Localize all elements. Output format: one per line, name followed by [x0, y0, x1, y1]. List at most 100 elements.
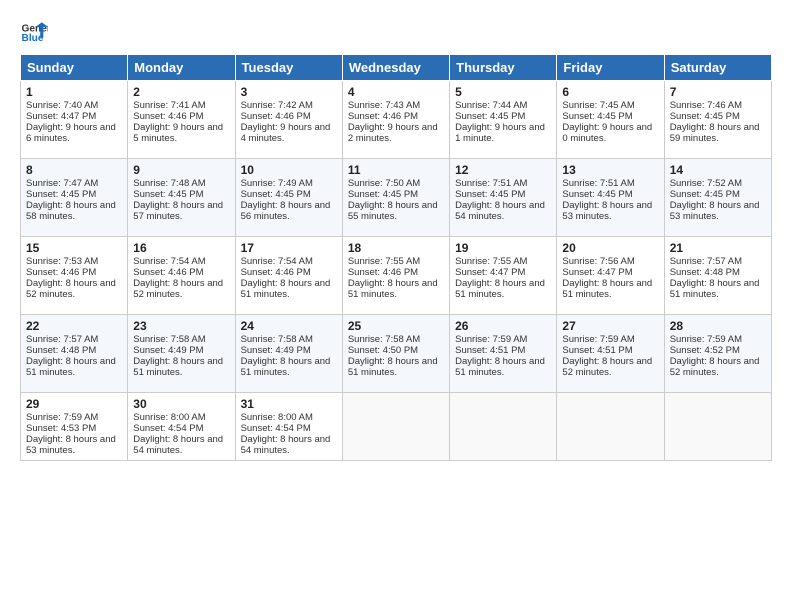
daylight-text: Daylight: 9 hours and 5 minutes.: [133, 122, 223, 144]
sunset-text: Sunset: 4:47 PM: [562, 267, 632, 278]
sunset-text: Sunset: 4:51 PM: [562, 345, 632, 356]
daylight-text: Daylight: 8 hours and 54 minutes.: [133, 434, 223, 456]
daylight-text: Daylight: 8 hours and 51 minutes.: [241, 356, 331, 378]
sunset-text: Sunset: 4:45 PM: [455, 189, 525, 200]
sunset-text: Sunset: 4:46 PM: [133, 267, 203, 278]
daylight-text: Daylight: 8 hours and 58 minutes.: [26, 200, 116, 222]
daylight-text: Daylight: 9 hours and 2 minutes.: [348, 122, 438, 144]
daylight-text: Daylight: 8 hours and 52 minutes.: [670, 356, 760, 378]
day-cell: 28 Sunrise: 7:59 AM Sunset: 4:52 PM Dayl…: [664, 315, 771, 393]
weekday-header-saturday: Saturday: [664, 55, 771, 81]
day-number: 23: [133, 319, 229, 333]
day-cell: 16 Sunrise: 7:54 AM Sunset: 4:46 PM Dayl…: [128, 237, 235, 315]
sunrise-text: Sunrise: 7:58 AM: [133, 334, 205, 345]
daylight-text: Daylight: 8 hours and 51 minutes.: [26, 356, 116, 378]
sunrise-text: Sunrise: 7:49 AM: [241, 178, 313, 189]
weekday-header-sunday: Sunday: [21, 55, 128, 81]
daylight-text: Daylight: 8 hours and 52 minutes.: [26, 278, 116, 300]
sunrise-text: Sunrise: 7:51 AM: [562, 178, 634, 189]
sunset-text: Sunset: 4:45 PM: [670, 111, 740, 122]
header: General Blue: [20, 16, 772, 44]
day-number: 6: [562, 85, 658, 99]
day-number: 22: [26, 319, 122, 333]
day-cell: 15 Sunrise: 7:53 AM Sunset: 4:46 PM Dayl…: [21, 237, 128, 315]
sunset-text: Sunset: 4:45 PM: [241, 189, 311, 200]
day-cell: 24 Sunrise: 7:58 AM Sunset: 4:49 PM Dayl…: [235, 315, 342, 393]
day-cell: 8 Sunrise: 7:47 AM Sunset: 4:45 PM Dayli…: [21, 159, 128, 237]
day-number: 2: [133, 85, 229, 99]
daylight-text: Daylight: 9 hours and 0 minutes.: [562, 122, 652, 144]
daylight-text: Daylight: 8 hours and 52 minutes.: [562, 356, 652, 378]
calendar-table: SundayMondayTuesdayWednesdayThursdayFrid…: [20, 54, 772, 461]
sunrise-text: Sunrise: 7:52 AM: [670, 178, 742, 189]
daylight-text: Daylight: 8 hours and 51 minutes.: [348, 356, 438, 378]
sunrise-text: Sunrise: 7:48 AM: [133, 178, 205, 189]
sunset-text: Sunset: 4:48 PM: [26, 345, 96, 356]
day-cell: 17 Sunrise: 7:54 AM Sunset: 4:46 PM Dayl…: [235, 237, 342, 315]
daylight-text: Daylight: 8 hours and 53 minutes.: [562, 200, 652, 222]
day-cell: 22 Sunrise: 7:57 AM Sunset: 4:48 PM Dayl…: [21, 315, 128, 393]
daylight-text: Daylight: 8 hours and 51 minutes.: [241, 278, 331, 300]
sunrise-text: Sunrise: 7:40 AM: [26, 100, 98, 111]
sunset-text: Sunset: 4:49 PM: [133, 345, 203, 356]
sunrise-text: Sunrise: 8:00 AM: [133, 412, 205, 423]
sunset-text: Sunset: 4:45 PM: [26, 189, 96, 200]
daylight-text: Daylight: 8 hours and 57 minutes.: [133, 200, 223, 222]
day-cell: 6 Sunrise: 7:45 AM Sunset: 4:45 PM Dayli…: [557, 81, 664, 159]
day-cell: 31 Sunrise: 8:00 AM Sunset: 4:54 PM Dayl…: [235, 393, 342, 461]
sunset-text: Sunset: 4:51 PM: [455, 345, 525, 356]
weekday-header-wednesday: Wednesday: [342, 55, 449, 81]
sunrise-text: Sunrise: 7:57 AM: [26, 334, 98, 345]
sunset-text: Sunset: 4:45 PM: [562, 111, 632, 122]
sunset-text: Sunset: 4:46 PM: [26, 267, 96, 278]
day-number: 31: [241, 397, 337, 411]
day-number: 8: [26, 163, 122, 177]
daylight-text: Daylight: 9 hours and 6 minutes.: [26, 122, 116, 144]
day-cell: 13 Sunrise: 7:51 AM Sunset: 4:45 PM Dayl…: [557, 159, 664, 237]
sunset-text: Sunset: 4:47 PM: [455, 267, 525, 278]
day-number: 9: [133, 163, 229, 177]
day-number: 21: [670, 241, 766, 255]
day-number: 24: [241, 319, 337, 333]
day-cell: 29 Sunrise: 7:59 AM Sunset: 4:53 PM Dayl…: [21, 393, 128, 461]
day-number: 10: [241, 163, 337, 177]
daylight-text: Daylight: 8 hours and 51 minutes.: [455, 356, 545, 378]
sunset-text: Sunset: 4:45 PM: [455, 111, 525, 122]
sunset-text: Sunset: 4:45 PM: [348, 189, 418, 200]
day-number: 12: [455, 163, 551, 177]
sunset-text: Sunset: 4:45 PM: [133, 189, 203, 200]
weekday-header-friday: Friday: [557, 55, 664, 81]
day-number: 18: [348, 241, 444, 255]
sunset-text: Sunset: 4:53 PM: [26, 423, 96, 434]
day-cell: 26 Sunrise: 7:59 AM Sunset: 4:51 PM Dayl…: [450, 315, 557, 393]
logo-icon: General Blue: [20, 16, 48, 44]
weekday-header-tuesday: Tuesday: [235, 55, 342, 81]
sunset-text: Sunset: 4:46 PM: [348, 267, 418, 278]
sunrise-text: Sunrise: 7:41 AM: [133, 100, 205, 111]
day-cell: 20 Sunrise: 7:56 AM Sunset: 4:47 PM Dayl…: [557, 237, 664, 315]
daylight-text: Daylight: 8 hours and 51 minutes.: [455, 278, 545, 300]
daylight-text: Daylight: 8 hours and 51 minutes.: [670, 278, 760, 300]
daylight-text: Daylight: 8 hours and 53 minutes.: [26, 434, 116, 456]
day-number: 19: [455, 241, 551, 255]
day-number: 4: [348, 85, 444, 99]
logo-area: General Blue: [20, 16, 48, 44]
day-cell: 18 Sunrise: 7:55 AM Sunset: 4:46 PM Dayl…: [342, 237, 449, 315]
day-cell: 9 Sunrise: 7:48 AM Sunset: 4:45 PM Dayli…: [128, 159, 235, 237]
day-number: 25: [348, 319, 444, 333]
day-cell: 5 Sunrise: 7:44 AM Sunset: 4:45 PM Dayli…: [450, 81, 557, 159]
day-cell: 23 Sunrise: 7:58 AM Sunset: 4:49 PM Dayl…: [128, 315, 235, 393]
day-cell: 25 Sunrise: 7:58 AM Sunset: 4:50 PM Dayl…: [342, 315, 449, 393]
day-cell: 30 Sunrise: 8:00 AM Sunset: 4:54 PM Dayl…: [128, 393, 235, 461]
day-cell: 19 Sunrise: 7:55 AM Sunset: 4:47 PM Dayl…: [450, 237, 557, 315]
day-number: 27: [562, 319, 658, 333]
sunset-text: Sunset: 4:45 PM: [562, 189, 632, 200]
sunrise-text: Sunrise: 7:54 AM: [241, 256, 313, 267]
sunrise-text: Sunrise: 7:43 AM: [348, 100, 420, 111]
day-cell: [557, 393, 664, 461]
sunrise-text: Sunrise: 7:54 AM: [133, 256, 205, 267]
day-number: 14: [670, 163, 766, 177]
sunset-text: Sunset: 4:47 PM: [26, 111, 96, 122]
week-row-4: 22 Sunrise: 7:57 AM Sunset: 4:48 PM Dayl…: [21, 315, 772, 393]
day-number: 20: [562, 241, 658, 255]
